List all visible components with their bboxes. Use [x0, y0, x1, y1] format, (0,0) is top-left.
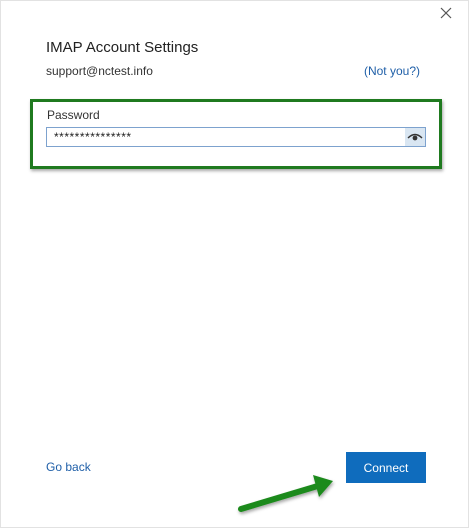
arrow-icon	[238, 475, 333, 512]
close-button[interactable]	[438, 5, 454, 21]
imap-settings-dialog: IMAP Account Settings support@nctest.inf…	[0, 0, 469, 528]
eye-icon	[407, 133, 423, 141]
close-icon	[440, 7, 452, 19]
dialog-title: IMAP Account Settings	[46, 39, 199, 56]
connect-button[interactable]: Connect	[346, 452, 426, 483]
reveal-password-button[interactable]	[405, 128, 425, 146]
not-you-link[interactable]: (Not you?)	[364, 64, 420, 78]
password-label: Password	[47, 108, 100, 122]
account-email: support@nctest.info	[46, 64, 153, 78]
password-field[interactable]: ***************	[46, 127, 426, 147]
password-value: ***************	[54, 130, 132, 144]
go-back-link[interactable]: Go back	[46, 460, 91, 474]
